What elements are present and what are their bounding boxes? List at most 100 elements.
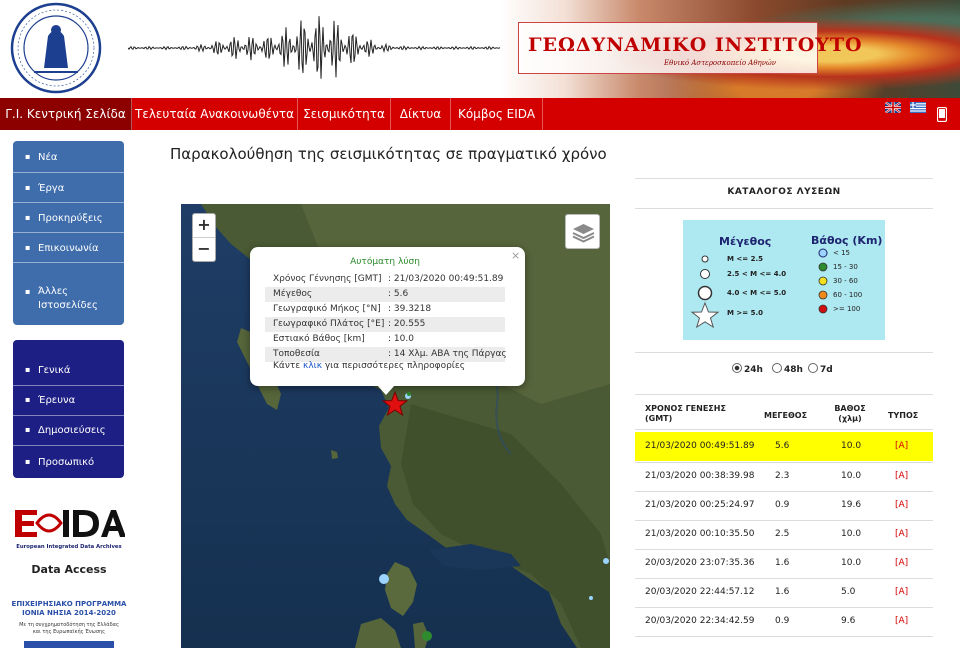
observatory-seal-icon[interactable] [4,2,108,94]
popup-more-suffix: για περισσότερες πληροφορίες [322,361,466,371]
greek-flag-icon[interactable] [910,102,926,113]
row-magnitude: 2.3 [775,471,790,481]
table-row[interactable]: 21/03/2020 00:49:51.89 5.6 10.0 [A] [635,432,933,461]
row-type[interactable]: [A] [895,616,908,626]
sidebar-item-other-sites[interactable]: Άλλες Ιστοσελίδες [13,263,124,325]
table-row[interactable]: 21/03/2020 00:38:39.98 2.3 10.0 [A] [635,462,933,491]
popup-row-label: Μέγεθος [273,289,313,299]
zoom-out-button[interactable]: − [193,238,215,262]
popup-row-value: : 14 Χλμ. ΑΒΑ της Πάργας [388,349,507,359]
period-option-24h[interactable]: 24h [732,363,763,375]
sidebar-item-label: Έρευνα [38,395,76,406]
legend-depth-item: 15 - 30 [833,263,858,271]
table-row[interactable]: 20/03/2020 22:44:57.12 1.6 5.0 [A] [635,578,933,607]
popup-row: Γεωγραφικό Πλάτος [°E] : 20.555 [265,317,505,332]
popup-row-label: Εστιακό Βάθος [km] [273,334,365,344]
sidebar-item-general[interactable]: Γενικά [13,340,124,386]
divider [635,394,933,395]
layers-icon [572,224,595,243]
popup-close-button[interactable]: × [511,249,520,262]
row-depth: 10.0 [841,441,862,451]
popup-row-value: : 21/03/2020 00:49:51.89 [388,274,504,284]
sidebar-item-tenders[interactable]: Προκηρύξεις [13,203,124,233]
sidebar-item-contact[interactable]: Επικοινωνία [13,233,124,263]
seismogram-icon [128,16,518,79]
table-row[interactable]: 20/03/2020 22:34:42.59 0.9 9.6 [A] [635,607,933,636]
column-header-magnitude: ΜΕΓΕΘΟΣ [764,411,808,420]
catalog-title: ΚΑΤΑΛΟΓΟΣ ΛΥΣΕΩΝ [727,187,841,197]
legend-depth-item: 60 - 100 [833,291,863,299]
period-label: 7d [820,365,833,375]
popup-header: Αυτόματη λύση [350,257,420,267]
site-header: ΓΕΩΔΥΝΑΜΙΚΟ ΙΝΣΤΙΤΟΥΤΟ Εθνικό Αστεροσκοπ… [0,0,960,98]
popup-more-info: Κάντε κλικ για περισσότερες πληροφορίες [273,361,465,371]
row-type[interactable]: [A] [895,529,908,539]
popup-more-link[interactable]: κλικ [303,361,322,371]
popup-row: Γεωγραφικό Μήκος [°N] : 39.3218 [265,302,505,317]
popup-row-label: Χρόνος Γέννησης [GMT] [273,274,382,284]
row-time: 21/03/2020 00:25:24.97 [645,500,755,510]
table-row[interactable]: 21/03/2020 00:25:24.97 0.9 19.6 [A] [635,491,933,520]
eida-logo[interactable]: European Integrated Data Archives [13,506,125,550]
period-label: 48h [784,365,803,375]
column-header-type: ΤΥΠΟΣ [888,411,919,420]
sidebar-item-news[interactable]: Νέα [13,141,124,173]
popup-row-label: Τοποθεσία [273,349,320,359]
row-type[interactable]: [A] [895,500,908,510]
row-time: 21/03/2020 00:10:35.50 [645,529,755,539]
row-time: 21/03/2020 00:38:39.98 [645,471,755,481]
table-row[interactable]: 20/03/2020 23:07:35.36 1.6 10.0 [A] [635,549,933,578]
nav-item-eida[interactable]: Κόμβος EIDA [451,98,543,130]
eu-funding-logos [24,641,114,648]
row-type[interactable]: [A] [895,471,908,481]
page-root: ΓΕΩΔΥΝΑΜΙΚΟ ΙΝΣΤΙΤΟΥΤΟ Εθνικό Αστεροσκοπ… [0,0,960,648]
sidebar-menu-primary: Νέα Έργα Προκηρύξεις Επικοινωνία Άλλες Ι… [13,141,124,325]
row-magnitude: 1.6 [775,558,790,568]
nav-item-home[interactable]: Γ.Ι. Κεντρική Σελίδα [0,98,132,130]
mobile-phone-icon[interactable] [937,107,947,122]
row-depth: 9.6 [841,616,856,626]
column-header-depth: ΒΑΘΟΣ (χλμ) [833,404,867,424]
nav-item-announcements[interactable]: Τελευταία Ανακοινωθέντα [132,98,298,130]
row-magnitude: 5.6 [775,441,790,451]
row-depth: 10.0 [841,558,862,568]
banner-subtitle: Εθνικό Αστεροσκοπείο Αθηνών [664,59,776,67]
sidebar-item-label: Άλλες Ιστοσελίδες [38,286,98,311]
nav-item-seismicity[interactable]: Σεισμικότητα [298,98,391,130]
data-access-link[interactable]: Data Access [13,563,125,576]
column-header-time-line1: ΧΡΟΝΟΣ ΓΕΝΕΣΗΣ [645,404,726,413]
uk-flag-icon[interactable] [885,102,901,113]
legend-depth-item: >= 100 [833,305,861,313]
divider [635,178,933,179]
main-nav: Γ.Ι. Κεντρική Σελίδα Τελευταία Ανακοινωθ… [0,98,960,130]
divider [635,429,933,430]
row-type[interactable]: [A] [895,587,908,597]
popup-row: Μέγεθος : 5.6 [265,287,505,302]
row-type[interactable]: [A] [895,441,908,451]
period-option-48h[interactable]: 48h [772,363,803,375]
row-depth: 10.0 [841,529,862,539]
nav-item-networks[interactable]: Δίκτυα [391,98,451,130]
zoom-in-button[interactable]: + [193,214,215,238]
sidebar-item-staff[interactable]: Προσωπικό [13,446,124,478]
map-zoom-control: + − [192,213,216,262]
legend-depth-item: < 15 [833,249,850,257]
map-layers-button[interactable] [565,214,600,249]
column-header-time-line2: (GMT) [645,414,673,423]
row-time: 21/03/2020 00:49:51.89 [645,441,755,451]
divider [635,636,933,637]
table-row[interactable]: 21/03/2020 00:10:35.50 2.5 10.0 [A] [635,520,933,549]
row-type[interactable]: [A] [895,558,908,568]
eida-caption: European Integrated Data Archives [16,544,121,550]
row-time: 20/03/2020 23:07:35.36 [645,558,755,568]
row-depth: 10.0 [841,471,862,481]
column-header-depth-line1: ΒΑΘΟΣ [834,404,866,413]
sidebar-item-publications[interactable]: Δημοσιεύσεις [13,416,124,446]
sidebar-item-projects[interactable]: Έργα [13,173,124,203]
period-option-7d[interactable]: 7d [808,363,833,375]
row-depth: 19.6 [841,500,862,510]
sidebar-item-label: Προκηρύξεις [38,213,103,224]
sidebar-item-research[interactable]: Έρευνα [13,386,124,416]
popup-row: Χρόνος Γέννησης [GMT] : 21/03/2020 00:49… [265,272,505,287]
program-note: και της Ευρωπαϊκής Ένωσης [32,629,106,635]
